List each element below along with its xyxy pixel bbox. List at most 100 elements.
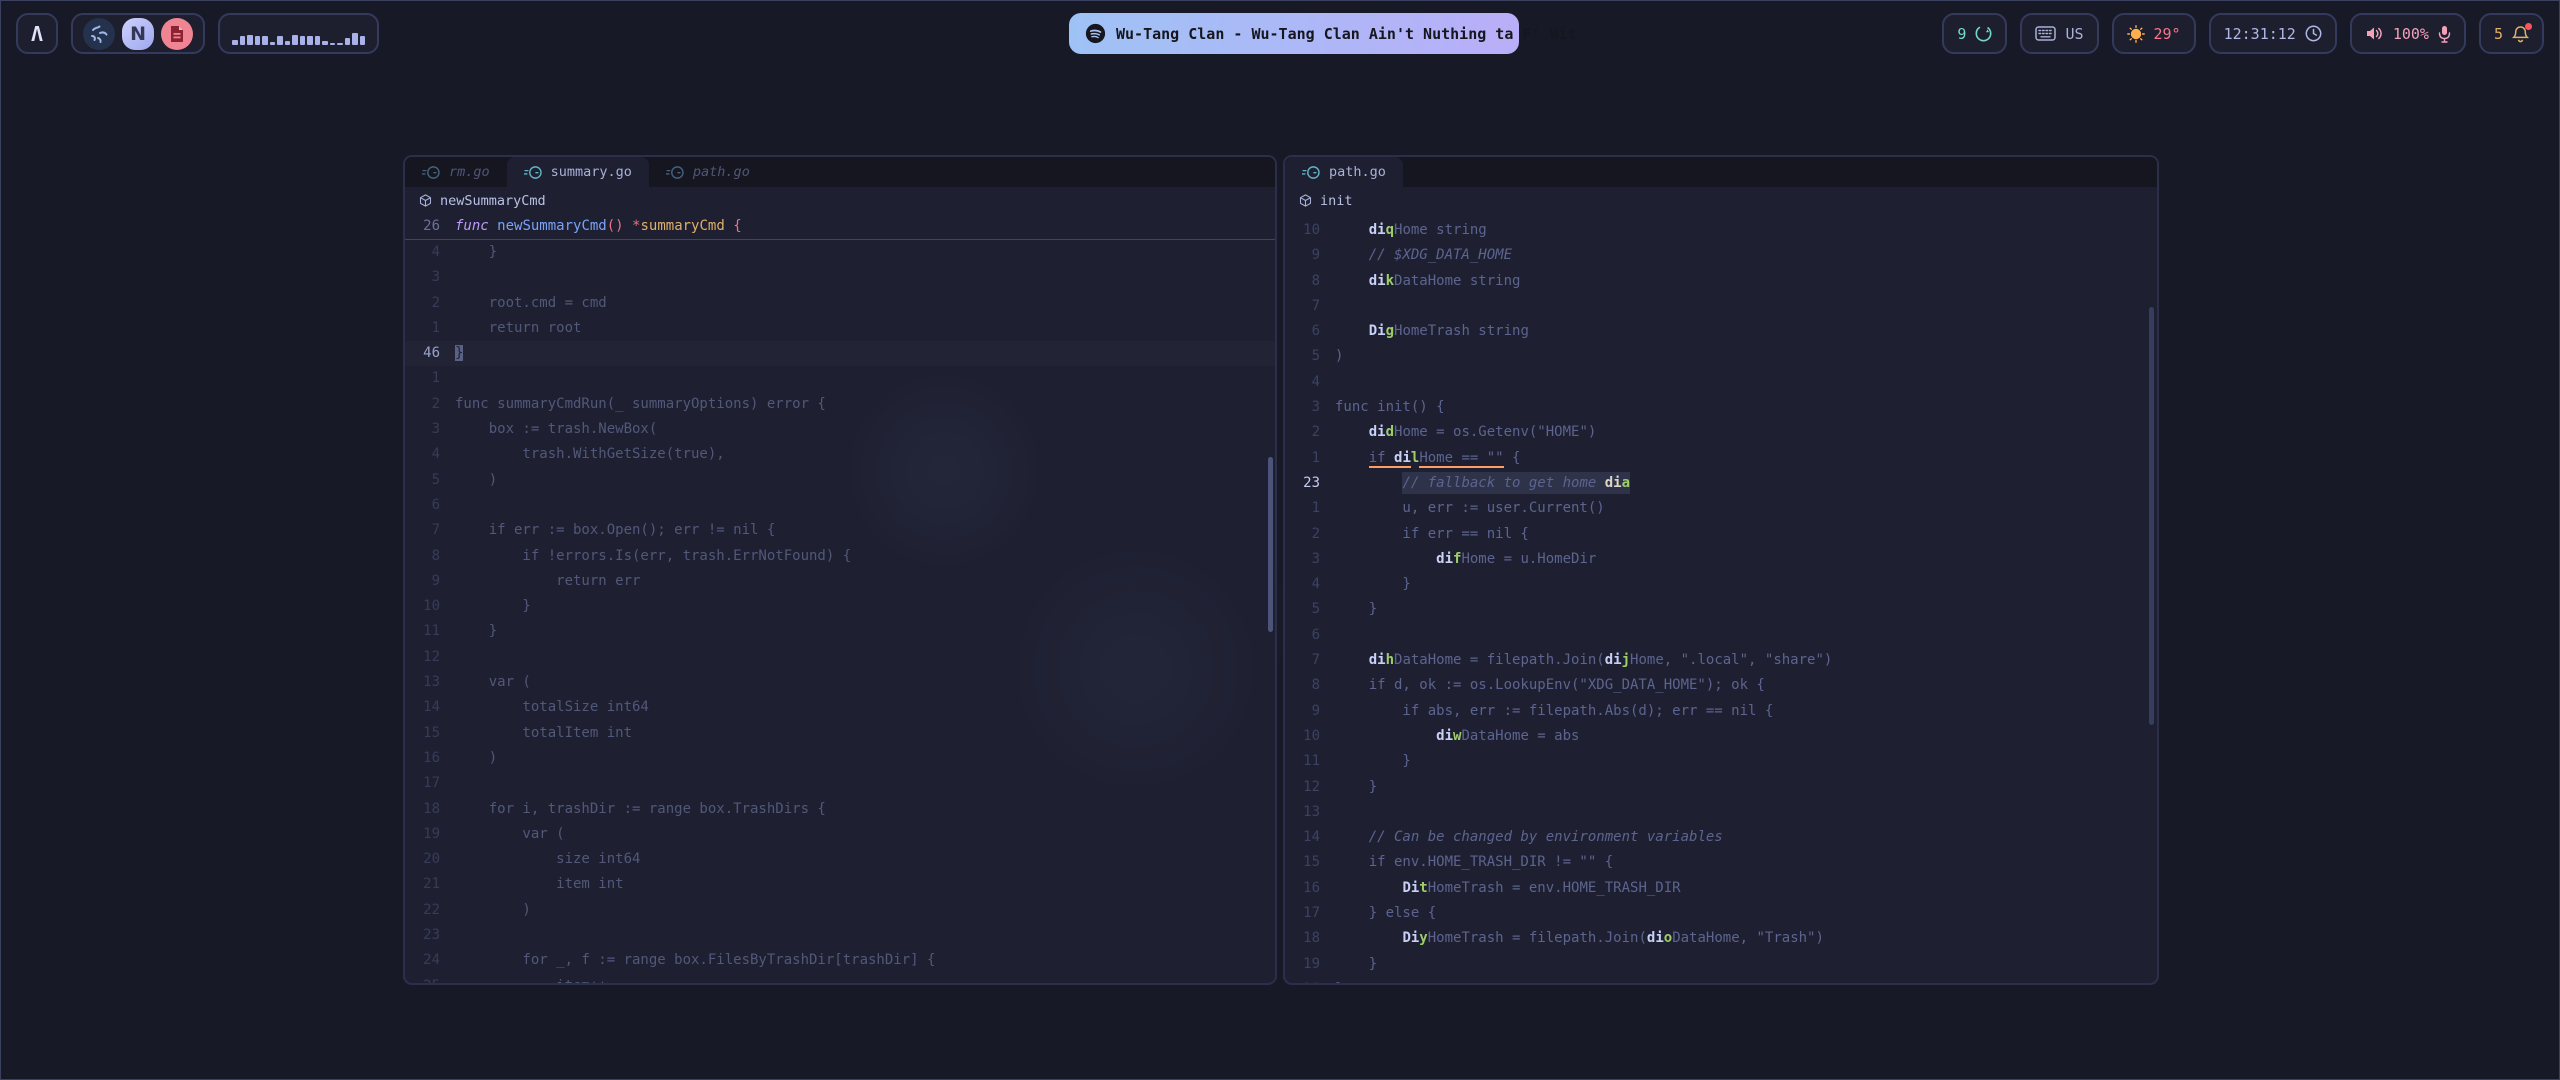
tab-rm.go[interactable]: rm.go xyxy=(405,157,507,187)
code-line[interactable]: 6 xyxy=(1285,623,2157,648)
code-line[interactable]: 12 xyxy=(405,645,1275,670)
code-line[interactable]: 14 // Can be changed by environment vari… xyxy=(1285,825,2157,850)
code-line[interactable]: 13 var ( xyxy=(405,670,1275,695)
code-line[interactable]: 8 dikDataHome string xyxy=(1285,269,2157,294)
code-line[interactable]: 9 return err xyxy=(405,569,1275,594)
browser-app-button[interactable] xyxy=(83,18,115,50)
code-line[interactable]: 16 ) xyxy=(405,746,1275,771)
code-line[interactable]: 23 xyxy=(405,923,1275,948)
code-line[interactable]: 9 if abs, err := filepath.Abs(d); err ==… xyxy=(1285,699,2157,724)
audio-visualizer[interactable] xyxy=(218,13,379,54)
code-line[interactable]: 10 diwDataHome = abs xyxy=(1285,724,2157,749)
line-number: 2 xyxy=(1285,420,1335,445)
code-line[interactable]: 11 } xyxy=(405,619,1275,644)
code-line[interactable]: 1 return root xyxy=(405,316,1275,341)
speaker-icon xyxy=(2365,25,2384,42)
code-line[interactable]: 8 if !errors.Is(err, trash.ErrNotFound) … xyxy=(405,544,1275,569)
code-line[interactable]: 15 totalItem int xyxy=(405,721,1275,746)
tab-label: path.go xyxy=(1329,164,1386,180)
clock-widget[interactable]: 12:31:12 xyxy=(2209,13,2337,54)
code-line[interactable]: 15 if env.HOME_TRASH_DIR != "" { xyxy=(1285,850,2157,875)
code-line[interactable]: 46} xyxy=(405,341,1275,366)
code-line[interactable]: 10 diqHome string xyxy=(1285,218,2157,243)
updates-widget[interactable]: 9 xyxy=(1942,13,2007,54)
code-line[interactable]: 11 } xyxy=(1285,749,2157,774)
code-line[interactable]: 5) xyxy=(1285,344,2157,369)
code-line[interactable]: 25 item++ xyxy=(405,974,1275,985)
neovim-app-button[interactable]: N xyxy=(122,18,154,50)
code-line[interactable]: 4 } xyxy=(1285,572,2157,597)
line-number: 3 xyxy=(1285,395,1335,420)
sticky-context-line[interactable]: 26func newSummaryCmd() *summaryCmd { xyxy=(405,214,1275,240)
line-number: 19 xyxy=(405,822,455,847)
audio-widget[interactable]: 100% xyxy=(2350,13,2466,54)
code-line[interactable]: 19 } xyxy=(1285,952,2157,977)
code-line[interactable]: 16 DitHomeTrash = env.HOME_TRASH_DIR xyxy=(1285,876,2157,901)
code-line[interactable]: 22 ) xyxy=(405,898,1275,923)
go-file-icon xyxy=(1302,165,1321,180)
code-text: if dilHome == "" { xyxy=(1335,446,1520,471)
code-line[interactable]: 6 xyxy=(405,493,1275,518)
clock-icon xyxy=(2305,25,2322,42)
code-line[interactable]: 1 u, err := user.Current() xyxy=(1285,496,2157,521)
code-line[interactable]: 4 } xyxy=(405,240,1275,265)
code-line[interactable]: 5 } xyxy=(1285,597,2157,622)
code-line[interactable]: 7 dihDataHome = filepath.Join(dijHome, "… xyxy=(1285,648,2157,673)
code-text: func newSummaryCmd() *summaryCmd { xyxy=(455,214,742,239)
scrollbar-thumb[interactable] xyxy=(2149,307,2154,725)
code-line[interactable]: 18 for i, trashDir := range box.TrashDir… xyxy=(405,797,1275,822)
code-line[interactable]: 5 ) xyxy=(405,468,1275,493)
scrollbar-thumb[interactable] xyxy=(1268,457,1273,632)
go-file-icon xyxy=(666,165,685,180)
notification-dot xyxy=(2525,23,2532,30)
code-line[interactable]: 7 if err := box.Open(); err != nil { xyxy=(405,518,1275,543)
code-line[interactable]: 20} xyxy=(1285,977,2157,985)
document-app-button[interactable] xyxy=(161,18,193,50)
tab-summary.go[interactable]: summary.go xyxy=(507,157,649,187)
visualizer-bar xyxy=(300,36,306,45)
code-line[interactable]: 4 xyxy=(1285,370,2157,395)
code-line[interactable]: 3 xyxy=(405,265,1275,290)
launcher-button[interactable]: Λ xyxy=(16,13,58,54)
code-line[interactable]: 24 for _, f := range box.FilesByTrashDir… xyxy=(405,948,1275,973)
code-line[interactable]: 10 } xyxy=(405,594,1275,619)
line-number: 1 xyxy=(405,316,455,341)
sun-icon xyxy=(2127,25,2145,43)
code-text: size int64 xyxy=(455,847,640,872)
code-line[interactable]: 14 totalSize int64 xyxy=(405,695,1275,720)
tab-path.go[interactable]: path.go xyxy=(1285,157,1403,187)
code-line[interactable]: 13 xyxy=(1285,800,2157,825)
code-line[interactable]: 3 difHome = u.HomeDir xyxy=(1285,547,2157,572)
code-line[interactable]: 2 root.cmd = cmd xyxy=(405,291,1275,316)
code-line[interactable]: 3func init() { xyxy=(1285,395,2157,420)
code-line[interactable]: 1 if dilHome == "" { xyxy=(1285,446,2157,471)
code-line[interactable]: 18 DiyHomeTrash = filepath.Join(dioDataH… xyxy=(1285,926,2157,951)
code-line[interactable]: 3 box := trash.NewBox( xyxy=(405,417,1275,442)
code-line[interactable]: 2 didHome = os.Getenv("HOME") xyxy=(1285,420,2157,445)
code-line[interactable]: 8 if d, ok := os.LookupEnv("XDG_DATA_HOM… xyxy=(1285,673,2157,698)
code-line[interactable]: 19 var ( xyxy=(405,822,1275,847)
code-line[interactable]: 20 size int64 xyxy=(405,847,1275,872)
code-line[interactable]: 2func summaryCmdRun(_ summaryOptions) er… xyxy=(405,392,1275,417)
code-line[interactable]: 1 xyxy=(405,366,1275,391)
code-line[interactable]: 4 trash.WithGetSize(true), xyxy=(405,442,1275,467)
code-line[interactable]: 7 xyxy=(1285,294,2157,319)
code-line[interactable]: 9 // $XDG_DATA_HOME xyxy=(1285,243,2157,268)
code-line[interactable]: 17 } else { xyxy=(1285,901,2157,926)
notifications-widget[interactable]: 5 xyxy=(2479,13,2544,54)
breadcrumb: init xyxy=(1285,187,2157,214)
code-line[interactable]: 21 item int xyxy=(405,872,1275,897)
code-line[interactable]: 2 if err == nil { xyxy=(1285,522,2157,547)
code-text: didHome = os.Getenv("HOME") xyxy=(1335,420,1596,445)
code-line[interactable]: 23 // fallback to get home dia xyxy=(1285,471,2157,496)
keyboard-layout-widget[interactable]: US xyxy=(2020,13,2098,54)
tab-path.go[interactable]: path.go xyxy=(649,157,767,187)
code-line[interactable]: 12 } xyxy=(1285,775,2157,800)
code-text: DitHomeTrash = env.HOME_TRASH_DIR xyxy=(1335,876,1681,901)
media-player-widget[interactable]: Wu-Tang Clan - Wu-Tang Clan Ain't Nuthin… xyxy=(1069,13,1519,54)
code-line[interactable]: 17 xyxy=(405,771,1275,796)
weather-widget[interactable]: 29° xyxy=(2112,13,2196,54)
line-number: 23 xyxy=(405,923,455,948)
code-line[interactable]: 6 DigHomeTrash string xyxy=(1285,319,2157,344)
code-text: totalSize int64 xyxy=(455,695,649,720)
